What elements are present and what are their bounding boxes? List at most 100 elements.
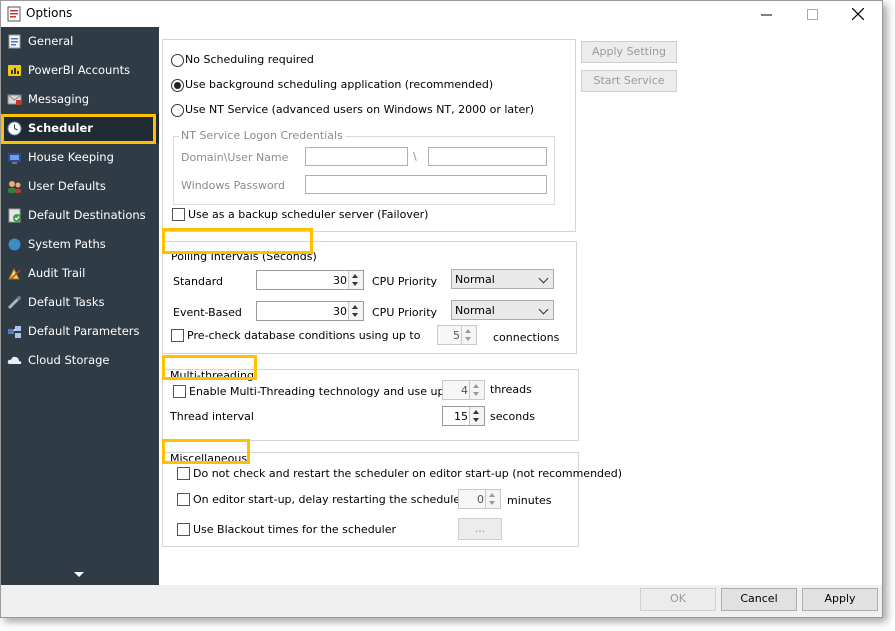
- ok-button[interactable]: OK: [640, 588, 716, 611]
- window-title: Options: [26, 6, 73, 20]
- sidebar-item-label: Messaging: [28, 92, 90, 106]
- spin-up-icon[interactable]: [489, 493, 495, 497]
- sidebar-item-house-keeping[interactable]: House Keeping: [1, 143, 159, 172]
- sidebar-item-cloud-storage[interactable]: Cloud Storage: [1, 346, 159, 375]
- blackout-settings-button[interactable]: ...: [458, 518, 502, 540]
- thread-interval-spinner[interactable]: 15: [442, 406, 485, 426]
- radio-nt-service[interactable]: [171, 104, 184, 117]
- spin-down-icon[interactable]: [473, 392, 479, 396]
- standard-interval-spinner[interactable]: 30: [256, 270, 364, 290]
- no-restart-checkbox[interactable]: [177, 467, 190, 480]
- options-window: Options General PowerBI Accounts Messagi…: [0, 0, 883, 618]
- spinner-buttons[interactable]: [469, 381, 484, 399]
- domain-input[interactable]: [305, 147, 408, 166]
- powerbi-icon: [8, 65, 21, 76]
- cancel-button[interactable]: Cancel: [721, 588, 797, 611]
- sidebar-item-label: System Paths: [28, 237, 106, 251]
- thread-interval-label: Thread interval: [170, 410, 254, 423]
- domain-separator: \: [413, 150, 417, 163]
- audit-icon: [8, 267, 21, 280]
- precheck-connections-suffix: connections: [493, 331, 560, 344]
- delay-minutes-spinner[interactable]: 0: [458, 489, 501, 509]
- start-service-button[interactable]: Start Service: [581, 70, 677, 92]
- spin-up-icon[interactable]: [473, 384, 479, 388]
- chevron-down-icon: [538, 273, 549, 284]
- sidebar-item-default-parameters[interactable]: Default Parameters: [1, 317, 159, 346]
- radio-no-scheduling-label: No Scheduling required: [185, 53, 314, 66]
- precheck-checkbox[interactable]: [171, 329, 184, 342]
- radio-nt-service-label: Use NT Service (advanced users on Window…: [185, 103, 535, 116]
- minimize-button[interactable]: [743, 1, 789, 27]
- delay-restart-checkbox[interactable]: [177, 493, 190, 506]
- close-button[interactable]: [835, 1, 881, 27]
- sidebar-item-general[interactable]: General: [1, 27, 159, 56]
- backup-scheduler-checkbox[interactable]: [172, 208, 185, 221]
- sidebar-item-default-tasks[interactable]: Default Tasks: [1, 288, 159, 317]
- event-cpu-priority-value: Normal: [455, 304, 495, 317]
- apply-button[interactable]: Apply: [802, 588, 878, 611]
- sidebar-item-label: Default Parameters: [28, 324, 140, 338]
- delay-minutes-suffix: minutes: [507, 494, 552, 507]
- standard-label: Standard: [173, 275, 224, 288]
- maximize-button[interactable]: [789, 1, 835, 27]
- event-interval-spinner[interactable]: 30: [256, 301, 364, 321]
- backup-scheduler-label: Use as a backup scheduler server (Failov…: [188, 208, 429, 221]
- sidebar-item-label: General: [28, 34, 74, 48]
- scheduler-highlight: [1, 114, 156, 144]
- spin-up-icon[interactable]: [465, 329, 471, 333]
- spinner-buttons[interactable]: [461, 326, 476, 344]
- spinner-buttons[interactable]: [469, 407, 484, 425]
- sidebar-item-powerbi-accounts[interactable]: PowerBI Accounts: [1, 56, 159, 85]
- spin-up-icon[interactable]: [352, 305, 358, 309]
- spinner-buttons[interactable]: [348, 302, 363, 320]
- miscellaneous-group: Miscellaneous Do not check and restart t…: [162, 452, 622, 547]
- precheck-connections-value: 5: [453, 329, 460, 342]
- windows-password-input[interactable]: [305, 175, 547, 194]
- sidebar-item-user-defaults[interactable]: User Defaults: [1, 172, 159, 201]
- domain-user-label: Domain\User Name: [181, 151, 289, 164]
- spin-up-icon[interactable]: [473, 410, 479, 414]
- miscellaneous-highlight: [162, 439, 250, 464]
- scroll-down-icon[interactable]: [74, 572, 84, 577]
- polling-highlight: [162, 228, 313, 254]
- precheck-label: Pre-check database conditions using up t…: [187, 329, 421, 342]
- scheduling-group: No Scheduling required Use background sc…: [162, 39, 576, 232]
- event-cpu-priority-select[interactable]: Normal: [451, 300, 554, 320]
- cloud-icon: [7, 356, 22, 364]
- spinner-buttons[interactable]: [348, 271, 363, 289]
- sidebar-item-default-destinations[interactable]: Default Destinations: [1, 201, 159, 230]
- spin-down-icon[interactable]: [489, 501, 495, 505]
- sidebar-item-messaging[interactable]: Messaging: [1, 85, 159, 114]
- delay-minutes-value: 0: [477, 493, 484, 506]
- user-name-input[interactable]: [428, 147, 547, 166]
- blackout-checkbox[interactable]: [177, 523, 190, 536]
- precheck-connections-spinner[interactable]: 5: [437, 325, 477, 345]
- apply-setting-button[interactable]: Apply Setting: [581, 41, 677, 63]
- thread-interval-value: 15: [454, 410, 468, 423]
- no-restart-label: Do not check and restart the scheduler o…: [193, 467, 623, 480]
- sidebar: General PowerBI Accounts Messaging Sched…: [1, 27, 159, 585]
- windows-password-label: Windows Password: [181, 179, 285, 192]
- sidebar-item-label: Cloud Storage: [28, 353, 110, 367]
- sidebar-item-audit-trail[interactable]: Audit Trail: [1, 259, 159, 288]
- threads-spinner[interactable]: 4: [442, 380, 485, 400]
- sidebar-item-label: Audit Trail: [28, 266, 86, 280]
- radio-no-scheduling[interactable]: [171, 54, 184, 67]
- sidebar-item-label: House Keeping: [28, 150, 114, 164]
- multithreading-checkbox[interactable]: [173, 385, 186, 398]
- dialog-footer: OK Cancel Apply: [1, 585, 882, 617]
- sidebar-item-system-paths[interactable]: System Paths: [1, 230, 159, 259]
- standard-interval-value: 30: [333, 274, 347, 287]
- spin-down-icon[interactable]: [465, 337, 471, 341]
- spin-down-icon[interactable]: [352, 313, 358, 317]
- multithreading-label: Enable Multi-Threading technology and us…: [189, 385, 460, 398]
- spinner-buttons[interactable]: [485, 490, 500, 508]
- spin-down-icon[interactable]: [352, 282, 358, 286]
- radio-background-scheduling[interactable]: [171, 79, 184, 92]
- spin-up-icon[interactable]: [352, 274, 358, 278]
- multithreading-highlight: [162, 355, 257, 380]
- maximize-icon: [806, 8, 818, 20]
- users-icon: [8, 181, 21, 193]
- standard-cpu-priority-select[interactable]: Normal: [451, 269, 554, 289]
- spin-down-icon[interactable]: [473, 418, 479, 422]
